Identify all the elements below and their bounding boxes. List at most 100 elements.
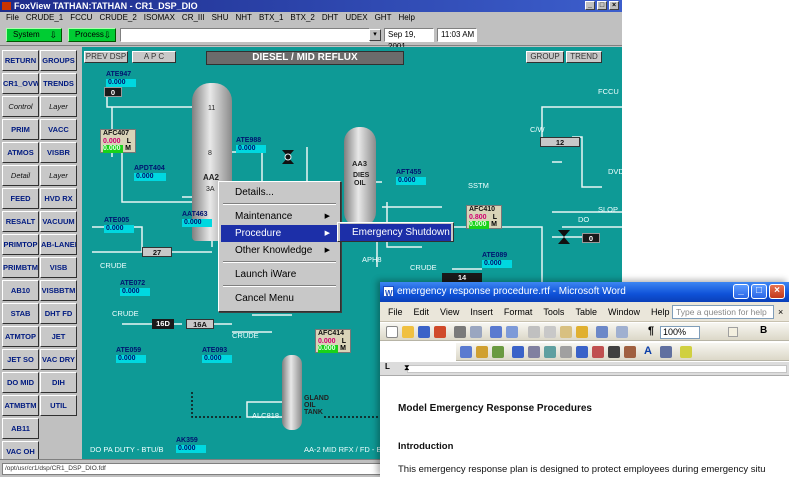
menu-item-cancel[interactable]: Cancel Menu — [221, 290, 338, 307]
numbering-icon[interactable] — [608, 346, 620, 358]
nav-button[interactable]: Layer — [40, 96, 77, 117]
block-0[interactable]: 0 — [104, 87, 122, 97]
menu-item[interactable]: Help — [398, 13, 414, 22]
block-16a[interactable]: 16A — [186, 319, 214, 329]
block-12[interactable]: 12 — [540, 137, 580, 147]
border-icon[interactable] — [660, 346, 672, 358]
menu-item-other-knowledge[interactable]: Other Knowledge ▶ — [221, 242, 338, 259]
new-icon[interactable] — [386, 326, 398, 338]
cut-icon[interactable] — [528, 326, 540, 338]
combo-dropdown-icon[interactable]: ▾ — [369, 29, 381, 41]
nav-button[interactable]: JET SO — [2, 349, 39, 370]
close-icon[interactable]: × — [609, 1, 619, 10]
tab-stop-icon[interactable]: L — [385, 362, 390, 371]
hyperlink-icon[interactable] — [512, 346, 524, 358]
nav-button[interactable]: AB11 — [2, 418, 39, 439]
tag-value[interactable]: 0.000 — [106, 79, 136, 87]
nav-button[interactable]: CR1_OVW — [2, 73, 39, 94]
menu-item[interactable]: DHT — [322, 13, 338, 22]
nav-button[interactable]: RESALT — [2, 211, 39, 232]
menu-item[interactable]: FCCU — [70, 13, 92, 22]
menu-item[interactable]: CRUDE_1 — [26, 13, 63, 22]
nav-button[interactable]: GROUPS — [40, 50, 77, 71]
tag-value[interactable]: 0.000 — [104, 225, 134, 233]
close-doc-icon[interactable]: × — [778, 302, 783, 322]
nav-button[interactable]: VACC — [40, 119, 77, 140]
read-icon[interactable] — [680, 346, 692, 358]
menu-item-details[interactable]: Details... — [221, 184, 338, 201]
menu-item-emergency-shutdown[interactable]: Emergency Shutdown — [340, 224, 451, 241]
indent-marker-icon[interactable]: ⧗ — [404, 363, 410, 373]
nav-button[interactable]: VISBR — [40, 142, 77, 163]
menu-item-procedure[interactable]: Procedure ▶ — [221, 225, 338, 242]
block-0-right[interactable]: 0 — [582, 233, 600, 243]
nav-button[interactable]: TRENDS — [40, 73, 77, 94]
word-menu-item[interactable]: Insert — [470, 307, 493, 317]
gland-oil-tank[interactable] — [282, 355, 302, 430]
word-menu-item[interactable]: View — [440, 307, 459, 317]
word-menu-item[interactable]: Window — [608, 307, 640, 317]
print-preview-icon[interactable] — [470, 326, 482, 338]
nav-button[interactable]: UTIL — [40, 395, 77, 416]
bold-icon[interactable]: B — [760, 325, 767, 336]
menu-item[interactable]: ISOMAX — [144, 13, 175, 22]
nav-button[interactable]: PRIMTOP — [2, 234, 39, 255]
nav-button[interactable]: DO MID — [2, 372, 39, 393]
show-hide-icon[interactable]: ¶ — [648, 325, 654, 337]
nav-button[interactable]: JET — [40, 326, 77, 347]
flow-controller[interactable]: AFC407 0.000 0.000 L M — [100, 129, 136, 153]
minimize-icon[interactable]: _ — [585, 1, 595, 10]
nav-button[interactable]: Detail — [2, 165, 39, 186]
tag-value[interactable]: 0.000 — [482, 260, 512, 268]
nav-button[interactable]: STAB — [2, 303, 39, 324]
nav-button[interactable]: FEED — [2, 188, 39, 209]
tag-value[interactable]: 0.000 — [120, 288, 150, 296]
style-icon[interactable] — [624, 346, 636, 358]
menu-item[interactable]: SHU — [212, 13, 229, 22]
open-icon[interactable] — [402, 326, 414, 338]
menu-item[interactable]: BTX_1 — [259, 13, 283, 22]
nav-button[interactable]: ATMTOP — [2, 326, 39, 347]
nav-button[interactable]: ATMBTM — [2, 395, 39, 416]
process-button[interactable]: Process ⇩ — [68, 28, 116, 42]
minimize-icon[interactable]: _ — [733, 284, 749, 299]
nav-button[interactable]: PRIM — [2, 119, 39, 140]
ruler-icon[interactable] — [592, 346, 604, 358]
font-color-icon[interactable]: A — [644, 345, 652, 357]
nav-button[interactable]: Layer — [40, 165, 77, 186]
undo-icon[interactable] — [596, 326, 608, 338]
save-icon[interactable] — [418, 326, 430, 338]
drawing-icon[interactable] — [560, 346, 572, 358]
nav-button[interactable]: DHT FD — [40, 303, 77, 324]
nav-button[interactable]: VACUUM — [40, 211, 77, 232]
format-painter-icon[interactable] — [576, 326, 588, 338]
apc-button[interactable]: A P C — [132, 51, 176, 63]
maximize-icon[interactable]: □ — [597, 1, 607, 10]
tag-value[interactable]: 0.000 — [396, 177, 426, 185]
nav-button[interactable]: DIH — [40, 372, 77, 393]
word-menu-item[interactable]: Format — [504, 307, 533, 317]
menu-item[interactable]: UDEX — [345, 13, 367, 22]
research-icon[interactable] — [506, 326, 518, 338]
zoom-select[interactable]: 100% — [660, 326, 700, 339]
maximize-icon[interactable]: □ — [751, 284, 767, 299]
spelling-icon[interactable] — [490, 326, 502, 338]
flow-controller[interactable]: AFC414 0.000 0.000 L M — [315, 329, 351, 353]
nav-button[interactable]: HVD RX — [40, 188, 77, 209]
word-menu-item[interactable]: Edit — [414, 307, 430, 317]
nav-button[interactable]: VAC DRY — [40, 349, 77, 370]
redo-icon[interactable] — [616, 326, 628, 338]
permission-icon[interactable] — [434, 326, 446, 338]
track-changes-icon[interactable] — [460, 346, 472, 358]
comment-icon[interactable] — [492, 346, 504, 358]
group-button[interactable]: GROUP — [526, 51, 564, 63]
help-icon[interactable] — [728, 327, 738, 337]
nav-button[interactable]: PRIMBTM — [2, 257, 39, 278]
table-icon[interactable] — [528, 346, 540, 358]
print-icon[interactable] — [454, 326, 466, 338]
menu-item[interactable]: GHT — [375, 13, 392, 22]
process-combo[interactable] — [120, 28, 370, 42]
tag-value[interactable]: 0.000 — [134, 173, 166, 181]
word-menu-item[interactable]: Help — [651, 307, 670, 317]
word-menu-item[interactable]: File — [388, 307, 403, 317]
